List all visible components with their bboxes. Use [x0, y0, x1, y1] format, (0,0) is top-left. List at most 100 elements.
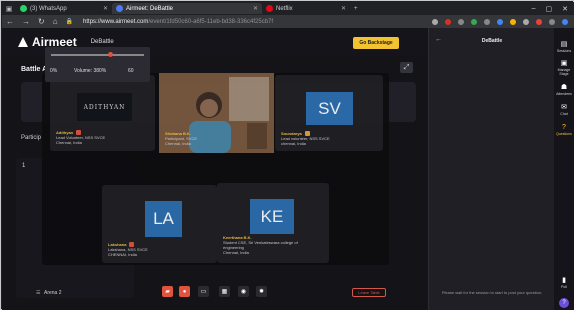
tab-netflix[interactable]: Netflix ✕ [262, 3, 350, 14]
participant-avatar: KE [250, 199, 294, 234]
extension-icon[interactable] [536, 18, 542, 25]
nav-label: Chat [560, 112, 568, 116]
close-tab-icon[interactable]: ✕ [341, 5, 346, 12]
questions-icon: ? [562, 124, 566, 131]
volume-min-label: 0% [50, 68, 58, 74]
table-number: 1 [22, 163, 26, 169]
participant-tile[interactable]: Shobana B.K. Participant, SVCE Chennai, … [159, 73, 274, 153]
nav-manage-stage[interactable]: ▣ Manage Stage [554, 59, 574, 76]
new-tab-button[interactable]: + [350, 3, 362, 14]
extension-icon[interactable] [484, 18, 490, 25]
participant-video: ADITHYAN [77, 93, 132, 121]
participant-avatar: SV [306, 92, 353, 125]
nav-label: Poll [561, 285, 567, 289]
poll-icon: ▮ [562, 277, 566, 284]
back-icon[interactable]: ← [6, 17, 14, 26]
window-controls: – ▢ ✕ [532, 5, 574, 13]
participant-name: Soundarya [281, 131, 302, 136]
nav-chat[interactable]: ✉ Chat [554, 103, 574, 116]
avatar-initials: KE [250, 199, 294, 234]
participant-location: CHENNAI, India [108, 252, 137, 258]
browser-window: ▣ (3) WhatsApp ✕ Airmeet: DeBattle ✕ Net… [0, 0, 574, 310]
nav-poll[interactable]: ▮ Poll [554, 276, 574, 289]
whatsapp-icon [20, 5, 27, 12]
extensions-bar [432, 18, 574, 25]
volume-slider[interactable] [51, 52, 144, 57]
close-icon[interactable]: ✕ [562, 5, 568, 13]
volume-value-label: Volume: 380% [74, 68, 107, 74]
participant-name: Adithyan [56, 130, 74, 135]
participant-name: Lakshana [108, 242, 127, 247]
extension-icon[interactable] [471, 18, 477, 25]
participant-caption: Keerthana B.K. Student CSE, Sri Venkates… [223, 235, 298, 255]
tab-whatsapp[interactable]: (3) WhatsApp ✕ [16, 3, 112, 14]
tab-strip: ▣ (3) WhatsApp ✕ Airmeet: DeBattle ✕ Net… [2, 2, 574, 15]
forward-icon[interactable]: → [22, 17, 30, 26]
go-backstage-button[interactable]: Go Backstage [353, 37, 399, 49]
mic-toggle-icon[interactable]: ● [179, 286, 190, 297]
browser-menu-icon[interactable]: ▣ [4, 4, 14, 14]
airmeet-logo-icon [18, 37, 28, 47]
participant-tile[interactable]: KE Keerthana B.K. Student CSE, Sri Venka… [217, 183, 329, 263]
volume-slider-thumb[interactable] [107, 52, 113, 57]
extension-icon[interactable] [458, 18, 464, 25]
participant-tile[interactable]: SV Soundarya Lead volunteer, NSS SVCE ch… [275, 75, 383, 151]
nav-attendees[interactable]: ☗ Attendees [554, 83, 574, 96]
participants-heading: Particip [21, 135, 42, 141]
extension-icon[interactable] [549, 18, 555, 25]
url-path: /event/1fd50c60-a6f5-11eb-bd38-336c4f25c… [148, 18, 274, 25]
extension-icon[interactable] [562, 18, 568, 25]
video-banner-text: ADITHYAN [83, 103, 126, 111]
extension-icon[interactable] [510, 18, 516, 25]
expand-icon[interactable]: ⤢ [400, 62, 413, 73]
tab-airmeet[interactable]: Airmeet: DeBattle ✕ [112, 3, 262, 14]
participant-tile[interactable]: ADITHYAN Adithyan Lead Volunteer, NSS SV… [50, 75, 155, 151]
extension-icon[interactable] [432, 18, 438, 25]
participant-avatar: LA [145, 201, 182, 237]
side-panel: ← DeBattle Please wait for the session t… [428, 28, 554, 310]
questions-hint: Please wait for the session to start to … [441, 290, 543, 295]
right-nav-rail: ▤ Sessions ▣ Manage Stage ☗ Attendees ✉ Chat… [554, 28, 574, 310]
event-name: DeBattle [90, 39, 114, 45]
participant-caption: Soundarya Lead volunteer, NSS SVCE chenn… [281, 131, 330, 146]
chat-icon: ✉ [561, 104, 567, 111]
avatar-initials: LA [145, 201, 182, 237]
table-controls: ☰ Arena 2 ▰ ● ▭ ▦ ◉ ✹ Leave Table [2, 272, 428, 310]
leave-table-button[interactable]: Leave Table [352, 288, 386, 297]
arena-select[interactable]: Arena 2 [44, 290, 62, 296]
sessions-icon: ▤ [560, 41, 568, 48]
minimize-icon[interactable]: – [532, 5, 536, 13]
volume-max-label: 60 [128, 68, 134, 74]
maximize-icon[interactable]: ▢ [546, 5, 553, 13]
home-icon[interactable]: ⌂ [53, 17, 58, 26]
screen-share-icon[interactable]: ▭ [198, 286, 209, 297]
participant-location: Chennai, India [223, 250, 249, 255]
extension-icon[interactable] [445, 18, 451, 25]
avatar-initials: SV [306, 92, 353, 125]
nav-label: Questions [556, 132, 572, 136]
panel-title: DeBattle [481, 38, 503, 44]
nav-questions[interactable]: ? Questions [554, 124, 574, 136]
address-bar: ← → ↻ ⌂ 🔒 https://www.airmeet.com/event/… [2, 15, 574, 28]
extension-icon[interactable] [523, 18, 529, 25]
airmeet-app: Airmeet DeBattle Go Backstage Battle Are… [2, 28, 574, 310]
layout-icon[interactable]: ▦ [219, 286, 230, 297]
help-button[interactable]: ? [559, 298, 569, 308]
participant-caption: Shobana B.K. Participant, SVCE Chennai, … [165, 131, 197, 146]
close-tab-icon[interactable]: ✕ [103, 5, 108, 12]
settings-gear-icon[interactable]: ✹ [256, 286, 267, 297]
participant-tile[interactable]: LA Lakshana Lakshana, NSS SVCE CHENNAI, … [102, 185, 217, 263]
camera-toggle-icon[interactable]: ▰ [162, 286, 173, 297]
video-grid: ADITHYAN Adithyan Lead Volunteer, NSS SV… [42, 73, 389, 265]
tab-label: Netflix [276, 5, 293, 12]
airmeet-icon [116, 5, 123, 12]
lock-icon: 🔒 [65, 19, 74, 25]
url-field[interactable]: https://www.airmeet.com/event/1fd50c60-a… [83, 19, 273, 25]
extension-icon[interactable] [497, 18, 503, 25]
close-tab-icon[interactable]: ✕ [253, 5, 258, 12]
nav-sessions[interactable]: ▤ Sessions [554, 40, 574, 53]
reload-icon[interactable]: ↻ [38, 17, 45, 26]
netflix-icon [266, 5, 273, 12]
chat-bubble-icon[interactable]: ◉ [238, 286, 249, 297]
nav-label: Attendees [556, 92, 572, 96]
